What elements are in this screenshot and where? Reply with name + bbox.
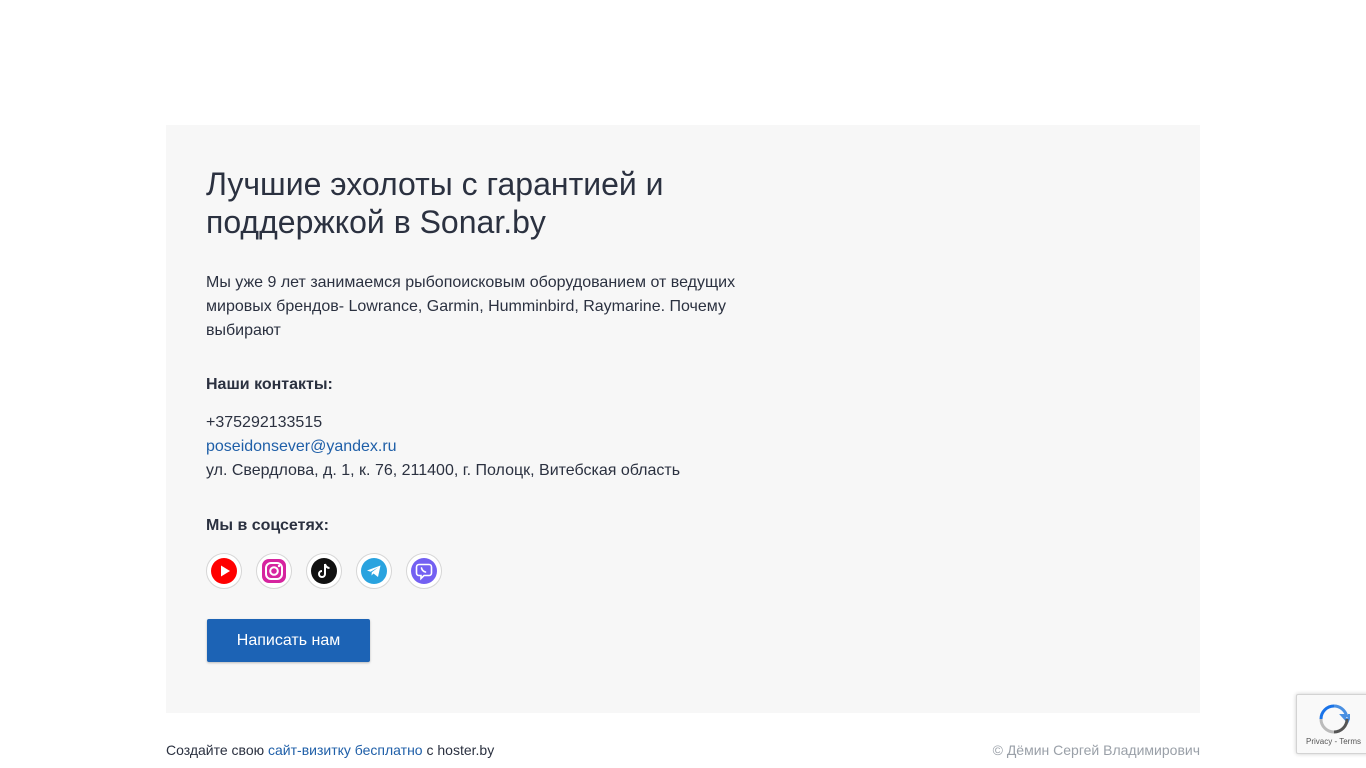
telegram-icon	[361, 558, 387, 584]
contacts-heading: Наши контакты:	[206, 376, 333, 393]
footer-promo-prefix: Создайте свою	[166, 742, 265, 758]
recaptcha-links[interactable]: Privacy - Terms	[1306, 737, 1361, 746]
page-title: Лучшие эхолоты с гарантией и поддержкой …	[206, 166, 664, 240]
social-links	[206, 553, 442, 589]
telegram-link[interactable]	[356, 553, 392, 589]
recaptcha-badge[interactable]: Privacy - Terms	[1296, 694, 1366, 754]
tiktok-link[interactable]	[306, 553, 342, 589]
contact-card: Лучшие эхолоты с гарантией и поддержкой …	[166, 125, 1200, 713]
viber-icon	[411, 558, 437, 584]
recaptcha-icon	[1319, 704, 1350, 734]
instagram-icon	[262, 559, 286, 583]
free-site-link[interactable]: сайт-визитку бесплатно	[268, 742, 423, 758]
instagram-link[interactable]	[256, 553, 292, 589]
footer-promo: Создайте свою сайт-визитку бесплатно с h…	[166, 741, 494, 759]
write-us-button[interactable]: Написать нам	[207, 619, 370, 662]
copyright-text: © Дёмин Сергей Владимирович	[992, 742, 1200, 758]
viber-link[interactable]	[406, 553, 442, 589]
email-link[interactable]: poseidonsever@yandex.ru	[206, 435, 397, 459]
footer-promo-suffix: с hoster.by	[426, 742, 495, 758]
phone-number: +375292133515	[206, 414, 323, 431]
description-text: Мы уже 9 лет занимаемся рыбопоисковым об…	[206, 274, 736, 339]
tiktok-icon	[311, 558, 337, 584]
social-heading: Мы в соцсетях:	[206, 517, 329, 534]
address-text: ул. Свердлова, д. 1, к. 76, 211400, г. П…	[206, 462, 681, 479]
youtube-link[interactable]	[206, 553, 242, 589]
youtube-icon	[211, 558, 237, 584]
